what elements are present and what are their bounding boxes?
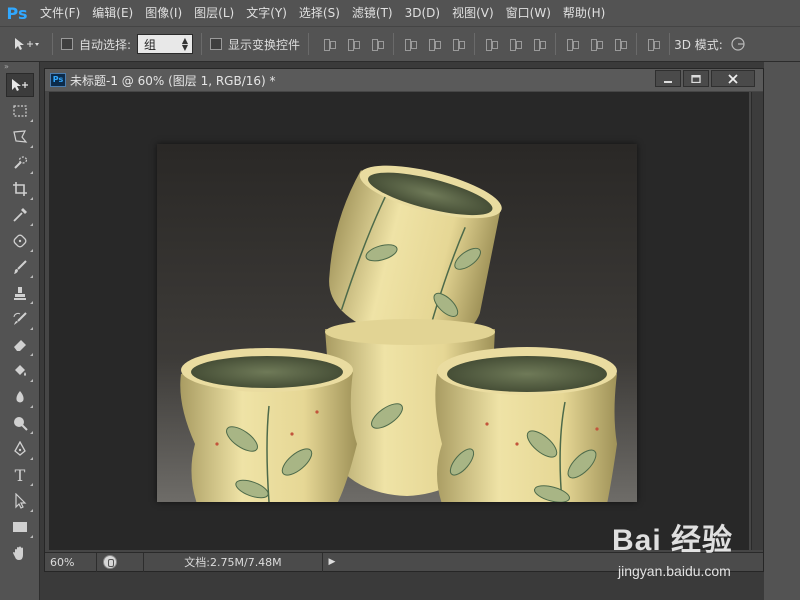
quick-selection-tool-icon[interactable]	[6, 151, 34, 175]
3d-orbit-icon[interactable]	[729, 36, 749, 52]
status-menu-arrow-icon[interactable]: ▶	[325, 555, 339, 569]
separator	[669, 33, 671, 55]
pen-tool-icon[interactable]	[6, 437, 34, 461]
zoom-level[interactable]: 60%	[45, 552, 97, 572]
hand-tool-icon[interactable]	[6, 541, 34, 565]
document-title: 未标题-1 @ 60% (图层 1, RGB/16) *	[70, 73, 276, 88]
paint-bucket-tool-icon[interactable]	[6, 359, 34, 383]
separator	[555, 33, 557, 55]
close-button[interactable]	[711, 70, 755, 87]
rectangle-tool-icon[interactable]	[6, 515, 34, 539]
maximize-button[interactable]	[683, 70, 709, 87]
photoshop-logo: Ps	[6, 3, 28, 23]
auto-select-dropdown[interactable]: 组 ▲ ▼	[137, 34, 194, 54]
menu-window[interactable]: 窗口(W)	[500, 0, 557, 26]
marquee-tool-icon[interactable]	[6, 99, 34, 123]
eraser-tool-icon[interactable]	[6, 333, 34, 357]
document-titlebar[interactable]: Ps 未标题-1 @ 60% (图层 1, RGB/16) *	[45, 69, 763, 91]
dodge-tool-icon[interactable]	[6, 411, 34, 435]
menu-help[interactable]: 帮助(H)	[557, 0, 611, 26]
healing-brush-tool-icon[interactable]	[6, 229, 34, 253]
distribute-bottom-icon[interactable]	[532, 37, 547, 51]
minimize-button[interactable]	[655, 70, 681, 87]
menu-edit[interactable]: 编辑(E)	[86, 0, 139, 26]
show-transform-checkbox[interactable]	[210, 38, 223, 50]
menu-layer[interactable]: 图层(L)	[188, 0, 240, 26]
3d-mode-label: 3D 模式:	[674, 37, 723, 52]
separator	[201, 33, 203, 55]
separator	[52, 33, 53, 55]
separator	[393, 33, 395, 55]
baidu-jingyan-watermark: Bai 经验 jingyan.baidu.com	[612, 515, 792, 585]
left-cup	[180, 348, 357, 502]
distribute-top-icon[interactable]	[484, 37, 499, 51]
menu-3d[interactable]: 3D(D)	[399, 0, 446, 26]
vertical-scrollbar[interactable]	[751, 92, 763, 550]
separator	[636, 33, 638, 55]
canvas-photo[interactable]	[157, 144, 637, 502]
dropdown-arrows-icon: ▲ ▼	[181, 36, 189, 52]
auto-align-layers-icon[interactable]	[646, 37, 661, 51]
align-hcenter-icon[interactable]	[427, 37, 442, 51]
auto-select-label: 自动选择:	[79, 37, 132, 52]
watermark-url: jingyan.baidu.com	[618, 563, 731, 579]
clone-stamp-tool-icon[interactable]	[6, 281, 34, 305]
brush-tool-icon[interactable]	[6, 255, 34, 279]
separator	[308, 33, 310, 55]
align-vcenter-icon[interactable]	[346, 37, 361, 51]
align-left-icon[interactable]	[403, 37, 418, 51]
menu-file[interactable]: 文件(F)	[34, 0, 86, 26]
distribute-left-icon[interactable]	[565, 37, 580, 51]
auto-select-value: 组	[144, 38, 157, 52]
lasso-tool-icon[interactable]	[6, 125, 34, 149]
window-controls	[653, 70, 755, 87]
canvas-area[interactable]	[49, 92, 749, 550]
menu-type[interactable]: 文字(Y)	[240, 0, 293, 26]
align-bottom-icon[interactable]	[370, 37, 385, 51]
right-cup	[435, 347, 617, 502]
auto-select-checkbox[interactable]	[61, 38, 73, 50]
document-window: Ps 未标题-1 @ 60% (图层 1, RGB/16) * 60% 文档:2…	[44, 68, 764, 572]
menu-view[interactable]: 视图(V)	[446, 0, 500, 26]
align-right-icon[interactable]	[451, 37, 466, 51]
menu-bar: Ps 文件(F) 编辑(E) 图像(I) 图层(L) 文字(Y) 选择(S) 滤…	[0, 0, 800, 26]
move-tool-preset-icon[interactable]	[8, 33, 44, 55]
distribute-right-icon[interactable]	[613, 37, 628, 51]
document-ps-icon: Ps	[50, 73, 66, 87]
show-transform-label: 显示变换控件	[228, 37, 301, 52]
distribute-hcenter-icon[interactable]	[589, 37, 604, 51]
menu-select[interactable]: 选择(S)	[293, 0, 346, 26]
menu-image[interactable]: 图像(I)	[139, 0, 188, 26]
document-size-info: 文档:2.75M/7.48M	[143, 552, 323, 572]
status-info-icon[interactable]	[103, 555, 117, 569]
distribute-vcenter-icon[interactable]	[508, 37, 523, 51]
options-bar: 自动选择: 组 ▲ ▼ 显示变换控件 3D 模式:	[0, 26, 800, 62]
menu-filter[interactable]: 滤镜(T)	[346, 0, 399, 26]
history-brush-tool-icon[interactable]	[6, 307, 34, 331]
move-tool-icon[interactable]	[6, 73, 34, 97]
blur-tool-icon[interactable]	[6, 385, 34, 409]
type-tool-icon[interactable]: T	[6, 463, 34, 487]
tools-panel: » T	[0, 62, 40, 600]
crop-tool-icon[interactable]	[6, 177, 34, 201]
panel-grip-icon[interactable]: »	[0, 62, 39, 72]
path-selection-tool-icon[interactable]	[6, 489, 34, 513]
align-top-icon[interactable]	[322, 37, 337, 51]
eyedropper-tool-icon[interactable]	[6, 203, 34, 227]
watermark-brand: Bai 经验	[612, 524, 734, 557]
separator	[474, 33, 476, 55]
